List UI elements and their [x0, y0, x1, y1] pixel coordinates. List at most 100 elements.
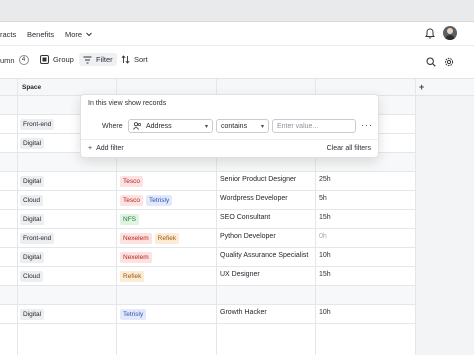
group-label: Group: [53, 55, 74, 64]
filter-field-value: Address: [146, 122, 172, 130]
role-cell: Wordpress Developer: [220, 195, 288, 202]
space-tag: Digital: [20, 138, 45, 149]
table-row[interactable]: Front-end Nexelem Refiek Python Developer 0h: [0, 229, 416, 248]
space-cell: Front-end: [20, 233, 55, 244]
more-options-icon[interactable]: ···: [361, 121, 373, 130]
top-navigation: racts Benefits More: [0, 22, 474, 46]
nav-item-contracts[interactable]: racts: [0, 30, 16, 39]
table-row[interactable]: Digital Tesco Senior Product Designer 25h: [0, 172, 416, 191]
filter-operator-value: contains: [221, 122, 248, 130]
role-cell: Growth Hacker: [220, 309, 267, 316]
team-cell: Refiek: [120, 271, 145, 282]
space-cell: Digital: [20, 252, 45, 263]
team-cell: Nexelem: [120, 252, 152, 263]
chevron-down-icon: ▾: [260, 123, 264, 130]
space-cell: Digital: [20, 309, 45, 320]
sort-button[interactable]: Sort: [121, 55, 148, 64]
space-cell: Digital: [20, 214, 45, 225]
team-cell: Tesco Tetrisly: [120, 195, 173, 206]
avatar[interactable]: [443, 26, 457, 40]
team-tag: Tetrisly: [120, 309, 147, 320]
empty-right-area: [416, 96, 474, 355]
table-row[interactable]: Cloud Tesco Tetrisly Wordpress Developer 5h: [0, 191, 416, 210]
hours-cell: 10h: [319, 309, 331, 316]
filter-value-placeholder: Enter value...: [277, 122, 319, 130]
sort-label: Sort: [134, 55, 148, 64]
table-row[interactable]: Digital Tetrisly Growth Hacker 10h: [0, 305, 416, 324]
group-button[interactable]: Group: [40, 55, 74, 64]
hours-cell: 25h: [319, 176, 331, 183]
chevron-down-icon: [86, 32, 93, 37]
column-count-badge: 4: [18, 55, 29, 65]
hours-cell: 15h: [319, 214, 331, 221]
table-row[interactable]: Digital NFS SEO Consultant 15h: [0, 210, 416, 229]
add-filter-button[interactable]: + Add filter: [88, 145, 124, 152]
team-cell: Tesco: [120, 176, 143, 187]
table-row[interactable]: Digital Nexelem Quality Assurance Speciali…: [0, 248, 416, 267]
clear-all-filters-button[interactable]: Clear all filters: [327, 145, 371, 152]
filter-field-select[interactable]: Address ▾: [128, 119, 213, 133]
nav-item-more-label: More: [65, 30, 83, 39]
hours-cell: 5h: [319, 195, 327, 202]
filter-popover-title: In this view show records: [88, 100, 167, 107]
group-row[interactable]: [0, 286, 416, 305]
column-label: umn: [0, 55, 15, 65]
team-tag: Tesco: [120, 176, 143, 187]
nav-item-benefits[interactable]: Benefits: [27, 30, 54, 39]
add-filter-label: Add filter: [96, 145, 124, 152]
space-cell: Front-end: [20, 119, 55, 130]
view-toolbar: umn 4 Group Filter Sort: [0, 50, 474, 72]
column-header-space[interactable]: Space: [22, 84, 41, 91]
hours-cell: 15h: [319, 271, 331, 278]
hours-cell: 10h: [319, 252, 331, 259]
chevron-down-icon: ▾: [204, 123, 208, 130]
role-cell: Quality Assurance Specialist: [220, 252, 309, 259]
column-button[interactable]: umn 4: [0, 55, 29, 65]
role-cell: UX Designer: [220, 271, 260, 278]
team-cell: Nexelem Refiek: [120, 233, 180, 244]
group-icon: [40, 55, 49, 64]
space-tag: Cloud: [20, 195, 43, 206]
role-cell: Python Developer: [220, 233, 276, 240]
nav-item-more[interactable]: More: [65, 30, 93, 39]
space-tag: Digital: [20, 176, 45, 187]
team-tag: Nexelem: [120, 252, 152, 263]
team-tag: NFS: [120, 214, 139, 225]
team-tag: Tetrisly: [145, 195, 173, 206]
space-cell: Digital: [20, 138, 45, 149]
team-tag: Refiek: [154, 233, 180, 244]
bell-icon[interactable]: [425, 28, 435, 39]
hours-cell: 0h: [319, 233, 327, 240]
team-cell: NFS: [120, 214, 139, 225]
app-window: racts Benefits More umn 4 Group Filter S…: [0, 22, 474, 355]
space-tag: Digital: [20, 309, 45, 320]
team-tag: Nexelem: [120, 233, 152, 244]
plus-icon: +: [88, 145, 93, 152]
filter-operator-select[interactable]: contains ▾: [216, 119, 269, 133]
space-tag: Front-end: [20, 233, 55, 244]
space-tag: Front-end: [20, 119, 55, 130]
add-column-button[interactable]: +: [419, 82, 424, 92]
table-row[interactable]: Cloud Refiek UX Designer 15h: [0, 267, 416, 286]
space-tag: Digital: [20, 252, 45, 263]
space-cell: Digital: [20, 176, 45, 187]
search-icon[interactable]: [426, 57, 436, 67]
filter-icon: [83, 56, 92, 63]
filter-popover: In this view show records Where Address …: [80, 94, 379, 158]
space-tag: Digital: [20, 214, 45, 225]
where-label: Where: [102, 123, 123, 130]
filter-button[interactable]: Filter: [79, 53, 117, 66]
role-cell: SEO Consultant: [220, 214, 271, 221]
sort-icon: [121, 55, 130, 64]
filter-label: Filter: [96, 55, 113, 64]
team-tag: Tesco: [120, 195, 143, 206]
people-icon: [133, 122, 142, 130]
role-cell: Senior Product Designer: [220, 176, 297, 183]
team-cell: Tetrisly: [120, 309, 147, 320]
space-cell: Cloud: [20, 195, 43, 206]
filter-value-input[interactable]: Enter value...: [272, 119, 356, 133]
gear-icon[interactable]: [444, 57, 454, 67]
space-tag: Cloud: [20, 271, 43, 282]
team-tag: Refiek: [120, 271, 145, 282]
space-cell: Cloud: [20, 271, 43, 282]
